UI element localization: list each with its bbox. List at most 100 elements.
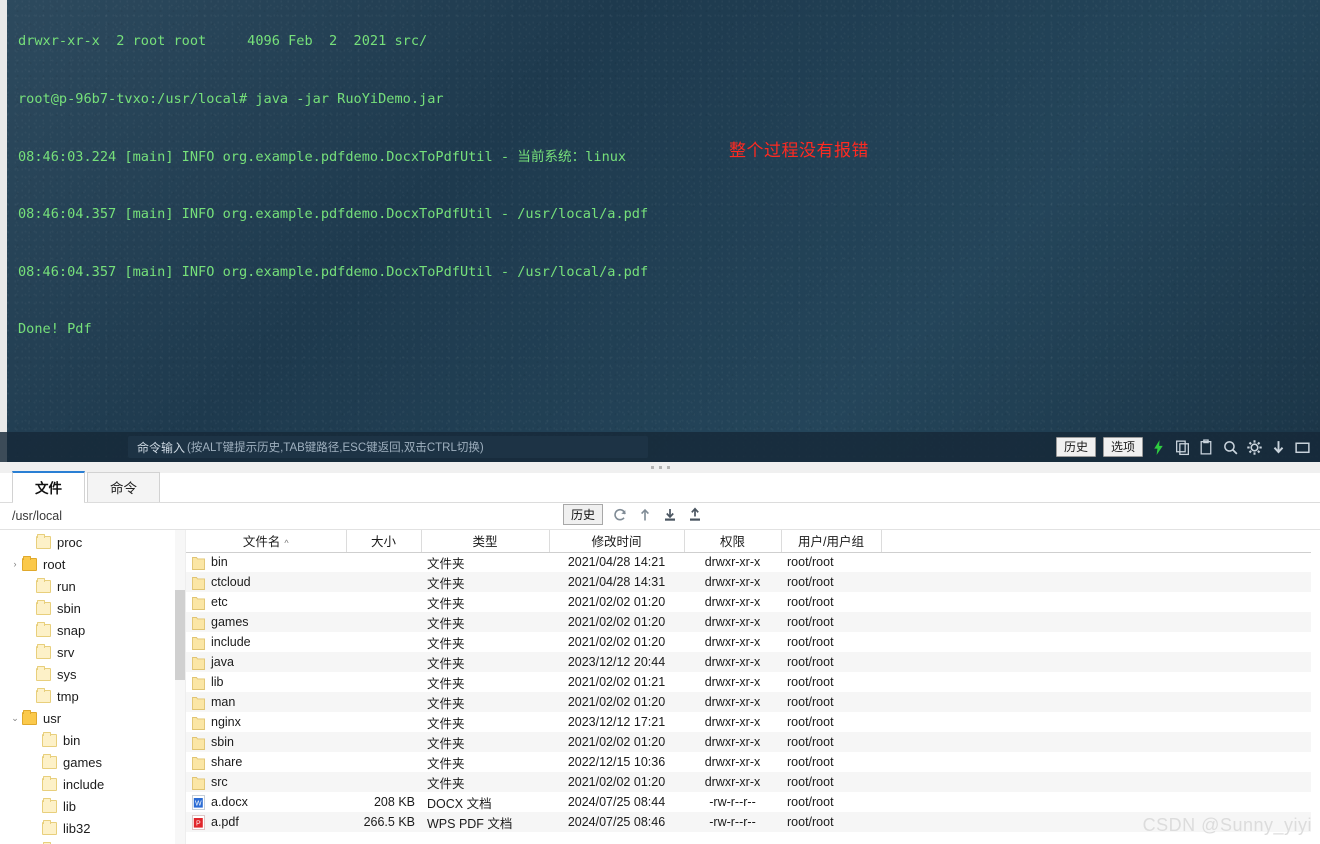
column-header-size[interactable]: 大小 — [346, 530, 422, 553]
cell-type: 文件夹 — [427, 756, 465, 771]
table-row[interactable]: ctcloud 文件夹 2021/04/28 14:31 drwxr-xr-x root… — [186, 572, 1311, 592]
table-row[interactable]: lib 文件夹 2021/02/02 01:21 drwxr-xr-x root/roo… — [186, 672, 1311, 692]
tree-node-root[interactable]: › root — [0, 553, 185, 575]
file-list-pane[interactable]: 文件名 ^ 大小 类型 修改时间 权限 用户/用户组 bin 文件夹 2021/04/… — [186, 530, 1320, 844]
cell-modified: 2021/02/02 01:20 — [567, 635, 666, 649]
sort-ascending-icon: ^ — [284, 538, 289, 549]
tree-node-sys[interactable]: sys — [0, 663, 185, 685]
folder-icon — [192, 556, 205, 570]
cell-modified: 2024/07/25 08:46 — [549, 812, 684, 832]
tree-node-lib32[interactable]: lib32 — [0, 817, 185, 839]
tree-node-label: tmp — [57, 688, 79, 704]
folder-icon — [36, 599, 51, 615]
file-history-button[interactable]: 历史 — [563, 504, 604, 525]
tree-node-label: usr — [43, 710, 62, 726]
column-header-modified[interactable]: 修改时间 — [549, 530, 685, 553]
table-row[interactable]: games 文件夹 2021/02/02 01:20 drwxr-xr-x root/r… — [186, 612, 1311, 632]
tree-node-snap[interactable]: snap — [0, 619, 185, 641]
tab-files[interactable]: 文件 — [12, 471, 85, 503]
download-icon[interactable] — [662, 507, 678, 523]
folder-icon — [42, 753, 57, 769]
terminal-line: drwxr-xr-x 2 root root 4096 Feb 2 2021 s… — [18, 33, 428, 50]
tree-node-sbin[interactable]: sbin — [0, 597, 185, 619]
cell-blank — [881, 752, 1311, 772]
table-row[interactable]: java 文件夹 2023/12/12 20:44 drwxr-xr-x root/ro… — [186, 652, 1311, 672]
cell-type: 文件夹 — [421, 732, 549, 752]
search-icon[interactable] — [1222, 439, 1239, 456]
table-row[interactable]: Wa.docx 208 KB DOCX 文档 2024/07/25 08:44 -rw-… — [186, 792, 1311, 812]
pane-splitter[interactable] — [0, 462, 1320, 473]
tree-node-label: lib32 — [63, 820, 91, 836]
column-header-filename[interactable]: 文件名 ^ — [186, 530, 347, 553]
tree-node-usr[interactable]: ⌄ usr — [0, 707, 185, 729]
cell-modified: 2023/12/12 17:21 — [567, 715, 666, 729]
folder-icon — [42, 819, 57, 835]
cell-blank — [881, 732, 1311, 752]
column-header-type[interactable]: 类型 — [421, 530, 550, 553]
tree-node-srv[interactable]: srv — [0, 641, 185, 663]
tree-scrollbar[interactable] — [175, 530, 185, 844]
tree-node-run[interactable]: run — [0, 575, 185, 597]
tree-node-label: proc — [57, 534, 83, 550]
tree-node-proc[interactable]: proc — [0, 531, 185, 553]
tree-node-lib[interactable]: lib — [0, 795, 185, 817]
current-path[interactable]: /usr/local — [0, 509, 62, 523]
table-row[interactable]: share 文件夹 2022/12/15 10:36 drwxr-xr-x root/r… — [186, 752, 1311, 772]
terminal-options-button[interactable]: 选项 — [1102, 437, 1143, 457]
cell-filename: bin — [186, 552, 346, 572]
column-header-permissions[interactable]: 权限 — [684, 530, 782, 553]
tree-node-include[interactable]: include — [0, 773, 185, 795]
column-header-owner[interactable]: 用户/用户组 — [781, 530, 882, 553]
table-row[interactable]: src 文件夹 2021/02/02 01:20 drwxr-xr-x root/roo… — [186, 772, 1311, 792]
table-row[interactable]: man 文件夹 2021/02/02 01:20 drwxr-xr-x root/roo… — [186, 692, 1311, 712]
tree-node-bin[interactable]: bin — [0, 729, 185, 751]
cell-type: 文件夹 — [421, 612, 549, 632]
cell-permissions: drwxr-xr-x — [684, 772, 781, 792]
column-header-blank — [881, 530, 1311, 553]
table-row[interactable]: include 文件夹 2021/02/02 01:20 drwxr-xr-x root… — [186, 632, 1311, 652]
cell-modified: 2021/02/02 01:20 — [549, 612, 684, 632]
tree-expander[interactable]: › — [8, 559, 22, 569]
paste-icon[interactable] — [1198, 438, 1215, 456]
copy-icon[interactable] — [1174, 439, 1191, 456]
terminal-pane[interactable]: drwxr-xr-x 2 root root 4096 Feb 2 2021 s… — [0, 0, 1320, 462]
file-manager-body: proc › root run sbin snap srv sys tmp ⌄ us… — [0, 530, 1320, 844]
cell-type: DOCX 文档 — [427, 796, 492, 811]
command-input[interactable]: 命令输入 (按ALT键提示历史,TAB键路径,ESC键返回,双击CTRL切换) — [128, 436, 648, 458]
cell-filename: Wa.docx — [186, 792, 346, 812]
cell-type: 文件夹 — [427, 636, 465, 651]
cell-type: 文件夹 — [421, 572, 549, 592]
cell-type: WPS PDF 文档 — [421, 812, 549, 832]
gear-icon[interactable] — [1246, 439, 1263, 456]
terminal-history-button[interactable]: 历史 — [1055, 437, 1096, 457]
cell-filename: src — [186, 772, 346, 792]
file-list-scrollbar[interactable] — [1312, 530, 1320, 844]
tree-node-games[interactable]: games — [0, 751, 185, 773]
splitter-dot — [658, 466, 662, 469]
tree-node-tmp[interactable]: tmp — [0, 685, 185, 707]
directory-tree[interactable]: proc › root run sbin snap srv sys tmp ⌄ us… — [0, 530, 186, 844]
window-icon[interactable] — [1294, 439, 1311, 456]
upload-icon[interactable] — [687, 507, 703, 523]
parent-folder-icon[interactable] — [637, 507, 653, 523]
tree-node-lib64[interactable]: lib64 — [0, 839, 185, 844]
lightning-icon[interactable] — [1150, 439, 1167, 456]
refresh-icon[interactable] — [612, 507, 628, 523]
table-row[interactable]: bin 文件夹 2021/04/28 14:21 drwxr-xr-x root/roo… — [186, 552, 1311, 572]
folder-icon — [22, 555, 37, 571]
tab-commands[interactable]: 命令 — [87, 472, 160, 502]
cell-owner: root/root — [787, 795, 834, 809]
cell-modified: 2021/02/02 01:21 — [567, 675, 666, 689]
table-row[interactable]: nginx 文件夹 2023/12/12 17:21 drwxr-xr-x root/r… — [186, 712, 1311, 732]
cell-type: 文件夹 — [421, 652, 549, 672]
svg-text:W: W — [195, 800, 202, 807]
download-icon[interactable] — [1270, 439, 1287, 456]
tree-scrollbar-thumb[interactable] — [175, 590, 185, 680]
cell-blank — [881, 672, 1311, 692]
cell-filename: man — [186, 692, 346, 712]
folder-icon — [36, 665, 51, 681]
tree-expander[interactable]: ⌄ — [8, 713, 22, 724]
cell-modified: 2021/02/02 01:20 — [549, 772, 684, 792]
table-row[interactable]: sbin 文件夹 2021/02/02 01:20 drwxr-xr-x root/ro… — [186, 732, 1311, 752]
table-row[interactable]: etc 文件夹 2021/02/02 01:20 drwxr-xr-x root/roo… — [186, 592, 1311, 612]
